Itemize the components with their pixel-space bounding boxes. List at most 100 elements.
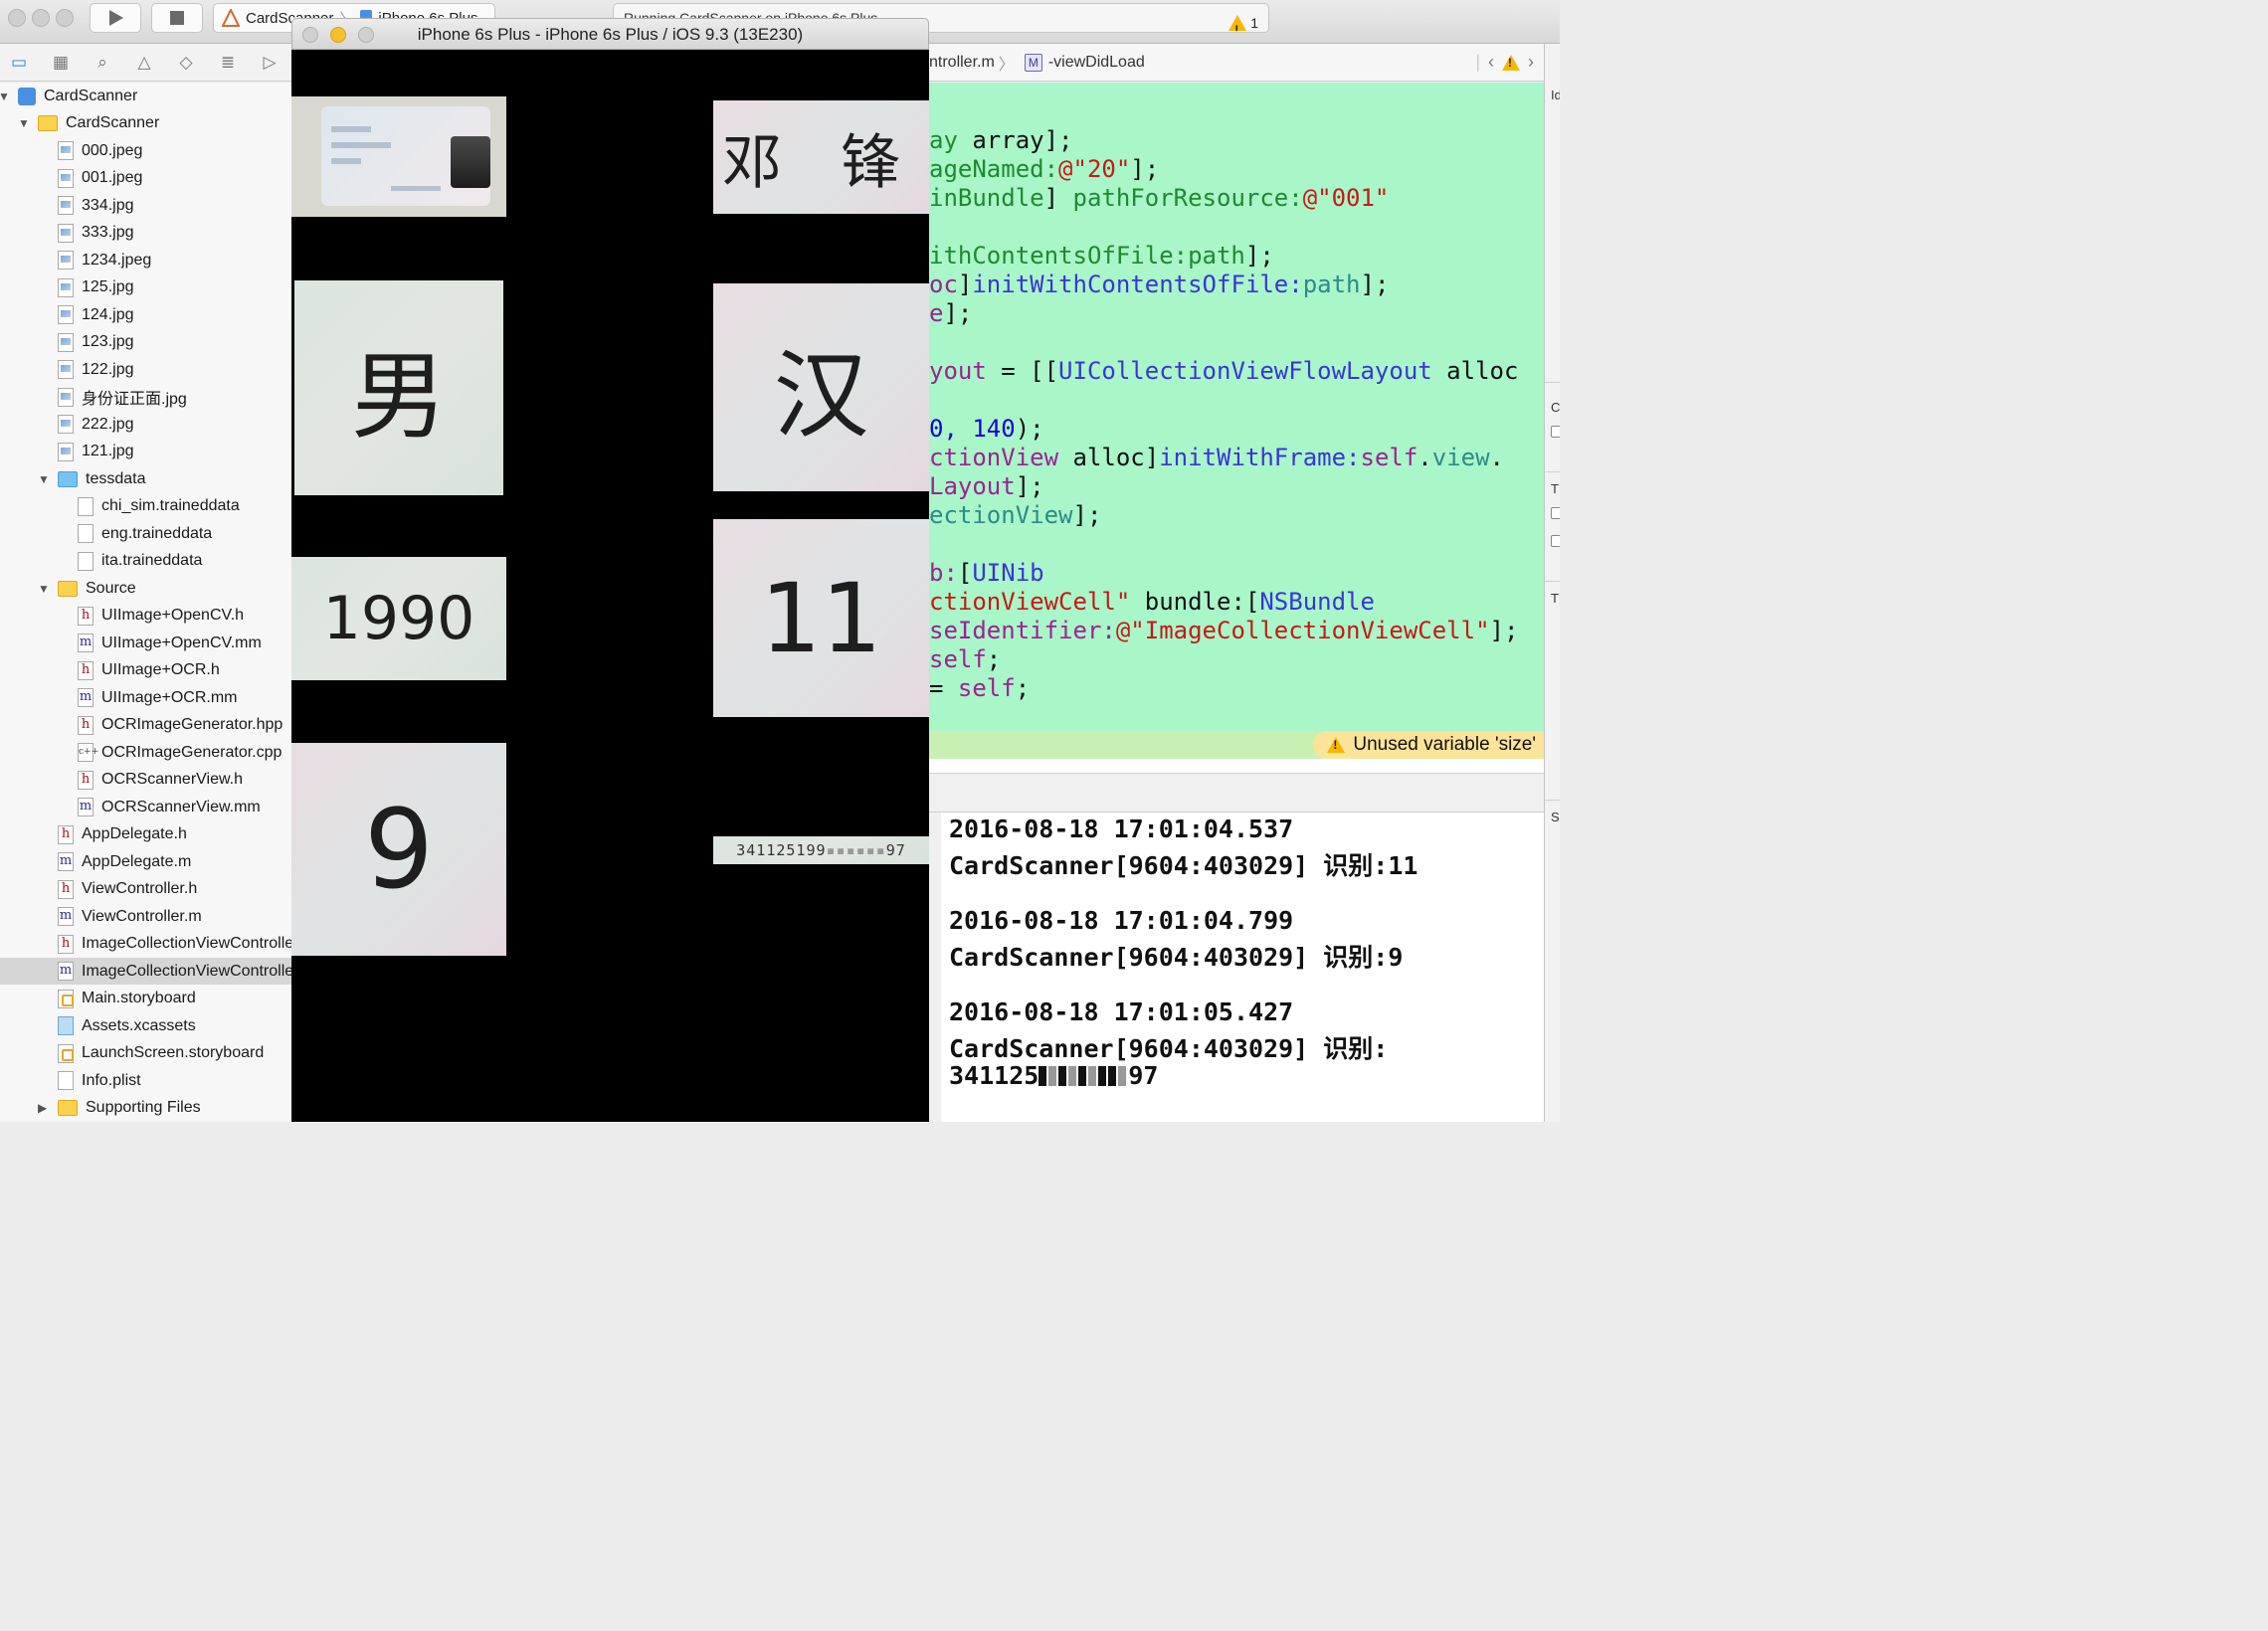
storyboard-icon <box>58 1043 74 1063</box>
navigator-row[interactable]: eng.traineddata <box>0 520 291 547</box>
source-editor[interactable]: ay array]; ageNamed:@"20"]; inBundle] pa… <box>929 83 1544 731</box>
jump-bar: ntroller.m 〉 M -viewDidLoad | ‹ › <box>929 44 1544 82</box>
project-navigator: ▼ CardScanner ▼ CardScanner 000.jpeg 001.jpeg… <box>0 83 291 1122</box>
collection-cell-year[interactable]: 1990 <box>291 557 506 680</box>
disclosure-open-icon[interactable]: ▼ <box>18 116 30 130</box>
minimize-window-button[interactable] <box>32 9 50 27</box>
navigator-row[interactable]: 122.jpg <box>0 356 291 383</box>
debug-console[interactable]: 2016-08-18 17:01:04.537 CardScanner[9604… <box>929 813 1544 1122</box>
navigator-row[interactable]: ▼ CardScanner <box>0 110 291 137</box>
run-button[interactable] <box>90 3 141 33</box>
navigator-row[interactable]: 222.jpg <box>0 411 291 438</box>
navigator-row[interactable]: h AppDelegate.h <box>0 821 291 848</box>
stop-button[interactable] <box>151 3 203 33</box>
navigator-row[interactable]: 身份证正面.jpg <box>0 384 291 411</box>
cell-text: 9 <box>364 786 434 913</box>
navigator-row[interactable]: 334.jpg <box>0 192 291 219</box>
navigator-row-label: chi_sim.traineddata <box>101 497 240 514</box>
navigator-row-label: OCRImageGenerator.hpp <box>101 716 284 733</box>
navigator-row[interactable]: 1234.jpeg <box>0 247 291 273</box>
breadcrumb-method[interactable]: -viewDidLoad <box>1048 54 1145 72</box>
collection-cell-name[interactable]: 邓 锋 <box>713 100 929 214</box>
inspector-field[interactable] <box>1551 426 1560 438</box>
disclosure-open-icon[interactable]: ▼ <box>38 582 50 596</box>
disclosure-closed-icon[interactable]: ▶ <box>38 1101 47 1115</box>
navigator-row[interactable]: m UIImage+OCR.mm <box>0 684 291 711</box>
collection-cell-idcard[interactable] <box>291 96 506 217</box>
collection-cell-day[interactable]: 9 <box>291 743 506 956</box>
navigator-row[interactable]: 000.jpeg <box>0 137 291 164</box>
inspector-checkbox-checked[interactable] <box>1551 507 1560 519</box>
navigator-row[interactable]: m OCRScannerView.mm <box>0 794 291 820</box>
code-line: seIdentifier:@"ImageCollectionViewCell"]… <box>929 617 1519 644</box>
inspector-checkbox[interactable] <box>1551 535 1560 547</box>
navigator-row[interactable]: 124.jpg <box>0 301 291 328</box>
zoom-window-button[interactable] <box>56 9 74 27</box>
simulator-close-button[interactable] <box>302 27 318 43</box>
warning-count-badge[interactable]: 1 <box>1228 9 1258 32</box>
navigator-row[interactable]: 333.jpg <box>0 220 291 247</box>
navigator-row[interactable]: Assets.xcassets <box>0 1012 291 1039</box>
navigator-row-label: eng.traineddata <box>101 524 213 542</box>
navigator-row[interactable]: h UIImage+OpenCV.h <box>0 603 291 630</box>
warning-count: 1 <box>1250 15 1258 31</box>
navigator-row[interactable]: 001.jpeg <box>0 165 291 192</box>
navigator-row[interactable]: h ViewController.h <box>0 876 291 903</box>
disclosure-open-icon[interactable]: ▼ <box>0 90 10 103</box>
image-file-icon <box>58 305 74 324</box>
navigator-row[interactable]: c++ OCRImageGenerator.cpp <box>0 739 291 766</box>
navigator-row[interactable]: h ImageCollectionViewController.h <box>0 931 291 958</box>
navigator-row[interactable]: h OCRImageGenerator.hpp <box>0 712 291 739</box>
test-navigator-icon[interactable]: ◇ <box>175 52 197 74</box>
image-file-icon <box>58 251 74 270</box>
navigator-row[interactable]: m ImageCollectionViewController.m <box>0 958 291 985</box>
breakpoint-navigator-icon[interactable]: ▷ <box>259 52 281 74</box>
simulator-screen[interactable]: 邓 锋 男 汉 1990 11 9 341125199 ▪▪▪▪▪▪ 97 <box>291 50 929 1122</box>
close-window-button[interactable] <box>8 9 26 27</box>
navigator-row[interactable]: m AppDelegate.m <box>0 848 291 875</box>
navigator-row-label: Main.storyboard <box>82 990 196 1006</box>
warning-icon[interactable] <box>1502 54 1520 71</box>
navigator-row[interactable]: Main.storyboard <box>0 986 291 1012</box>
chevron-left-icon[interactable]: ‹ <box>1488 52 1494 73</box>
navigator-row[interactable]: chi_sim.traineddata <box>0 493 291 520</box>
symbol-navigator-icon[interactable]: ▦ <box>50 52 72 74</box>
simulator-zoom-button[interactable] <box>358 27 374 43</box>
navigator-row[interactable]: m UIImage+OpenCV.mm <box>0 630 291 656</box>
code-line: ectionView]; <box>929 501 1102 529</box>
navigator-row[interactable]: 121.jpg <box>0 439 291 465</box>
navigator-row[interactable]: 123.jpg <box>0 329 291 356</box>
folder-icon[interactable]: ▭ <box>8 52 30 74</box>
navigator-row-label: 1234.jpeg <box>82 251 152 269</box>
navigator-row[interactable]: ▼ Source <box>0 575 291 602</box>
image-file-icon <box>58 442 74 461</box>
navigator-row[interactable]: Info.plist <box>0 1067 291 1094</box>
search-icon[interactable]: ⌕ <box>92 52 113 74</box>
collection-cell-idnumber[interactable]: 341125199 ▪▪▪▪▪▪ 97 <box>713 836 929 864</box>
navigator-row[interactable]: 125.jpg <box>0 274 291 301</box>
code-line: ctionViewCell" bundle:[NSBundle <box>929 588 1375 616</box>
collection-cell-month[interactable]: 11 <box>713 519 929 717</box>
navigator-row-label: 222.jpg <box>82 415 134 433</box>
inspector-label: Id <box>1551 88 1560 102</box>
navigator-row[interactable]: ita.traineddata <box>0 548 291 575</box>
navigator-row-label: ViewController.m <box>82 907 202 925</box>
navigator-row[interactable]: ▶ Supporting Files <box>0 1095 291 1122</box>
navigator-row[interactable]: ▼ CardScanner <box>0 83 291 109</box>
storyboard-icon <box>58 989 74 1008</box>
collection-cell-ethnicity[interactable]: 汉 <box>713 283 929 491</box>
document-icon <box>78 496 94 516</box>
navigator-row[interactable]: h OCRScannerView.h <box>0 767 291 794</box>
disclosure-open-icon[interactable]: ▼ <box>38 472 50 486</box>
navigator-row[interactable]: m ViewController.m <box>0 903 291 930</box>
issue-navigator-icon[interactable]: △ <box>133 52 155 74</box>
navigator-row[interactable]: LaunchScreen.storyboard <box>0 1040 291 1067</box>
chevron-right-icon[interactable]: › <box>1528 52 1534 73</box>
navigator-row[interactable]: h UIImage+OCR.h <box>0 657 291 684</box>
collection-cell-gender[interactable]: 男 <box>294 280 503 495</box>
warning-pill[interactable]: Unused variable 'size' <box>1313 731 1544 759</box>
debug-navigator-icon[interactable]: ≣ <box>217 52 239 74</box>
navigator-row[interactable]: ▼ tessdata <box>0 465 291 492</box>
breadcrumb-file[interactable]: ntroller.m <box>929 54 995 72</box>
simulator-minimize-button[interactable] <box>330 27 346 43</box>
